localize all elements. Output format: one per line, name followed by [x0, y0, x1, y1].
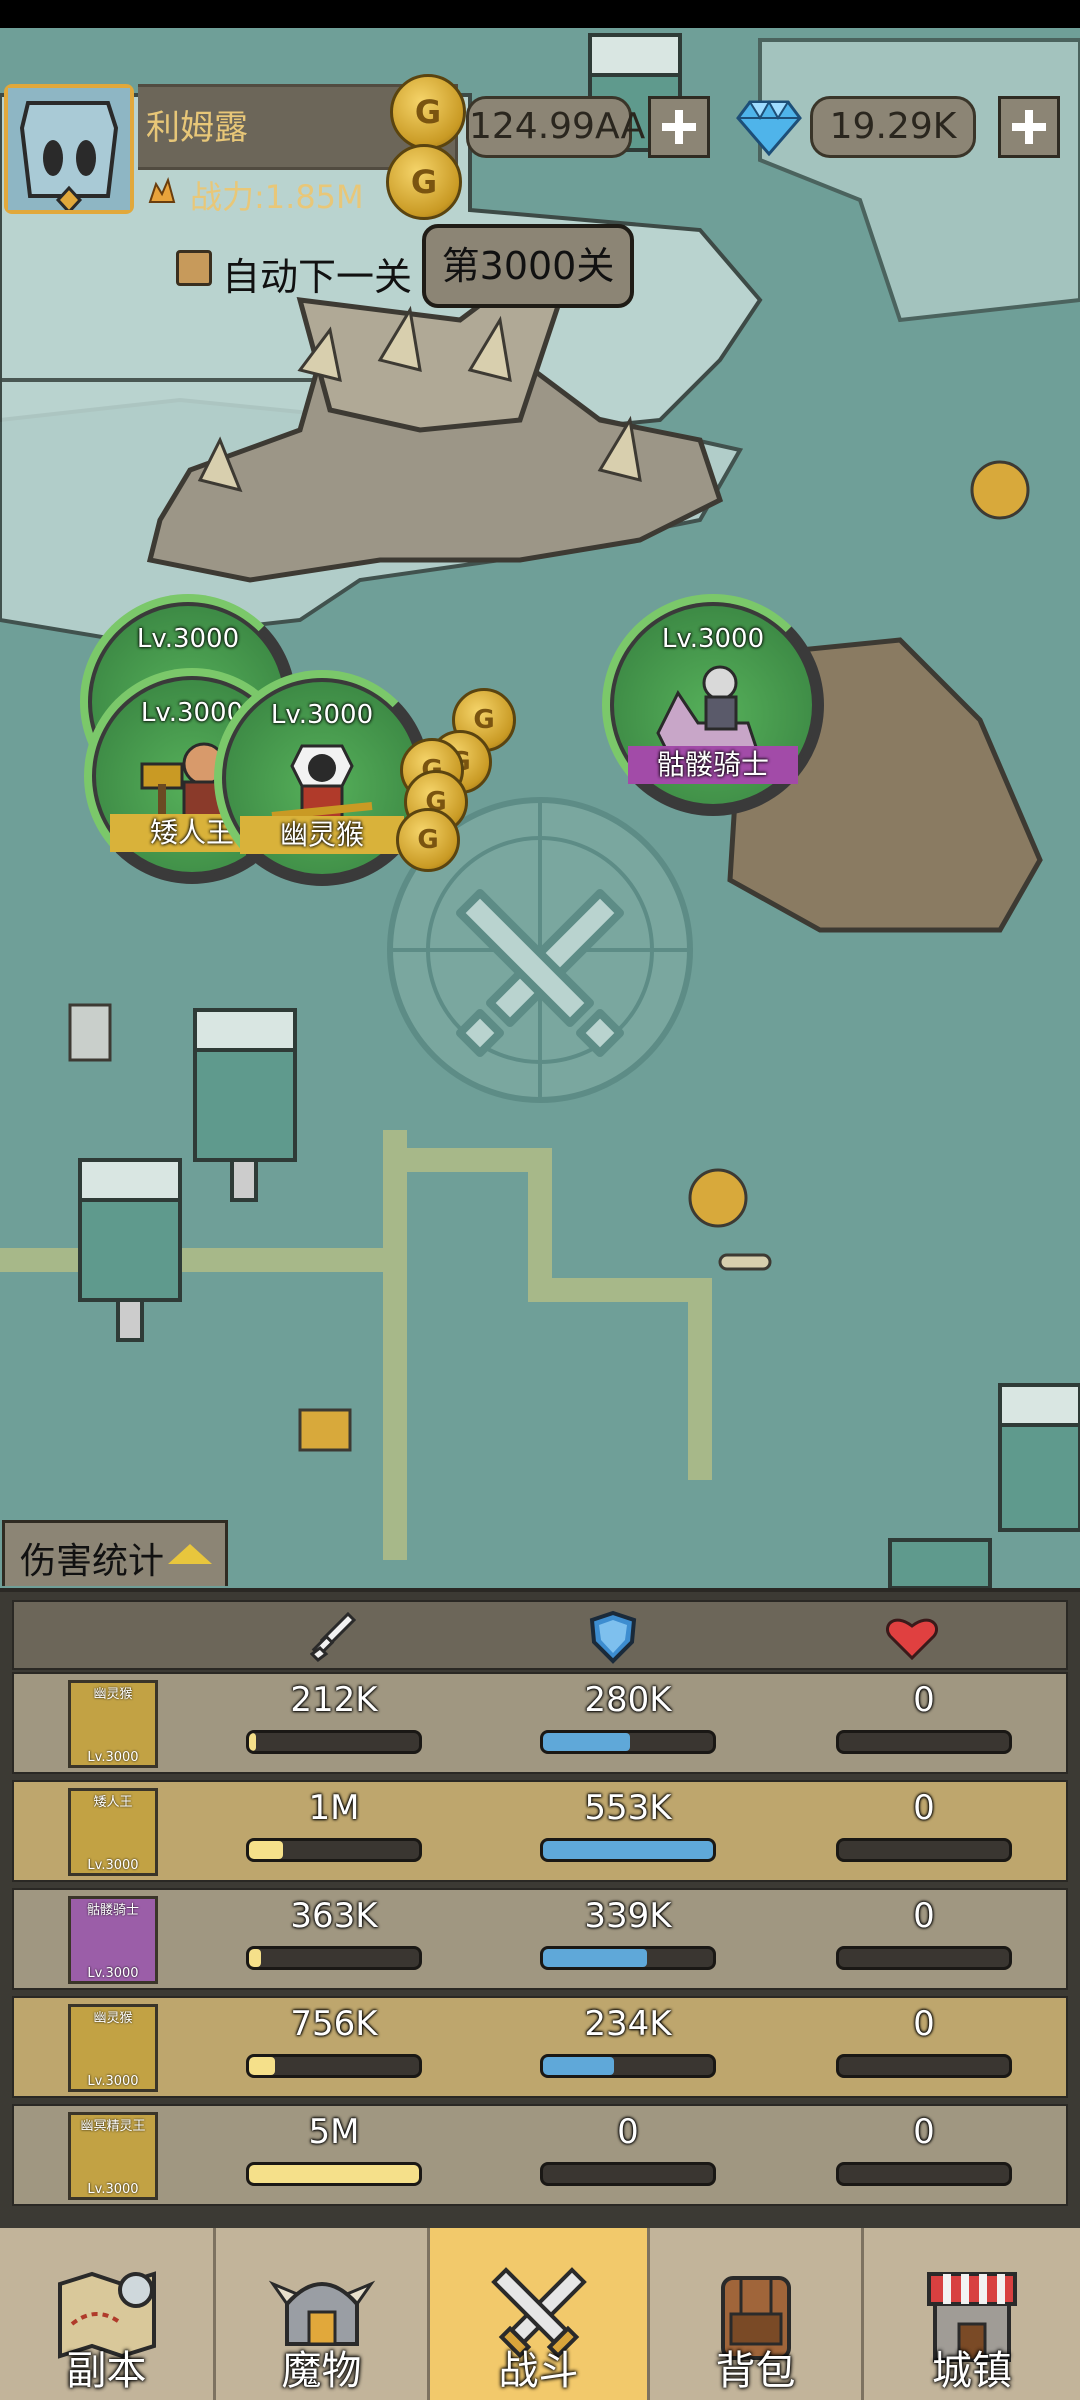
chevron-up-icon[interactable] — [168, 1544, 212, 1564]
auto-next-checkbox[interactable] — [176, 250, 212, 286]
defense-bar — [540, 1838, 716, 1862]
heal-bar — [836, 1946, 1012, 1970]
unit-name: 骷髅骑士 — [628, 746, 798, 784]
defense-bar — [540, 2054, 716, 2078]
stage-level-button[interactable]: 第3000关 — [422, 224, 634, 308]
power-icon — [148, 176, 176, 203]
heal-value: 0 — [913, 1896, 935, 1936]
player-power: 战力:1.85M — [190, 178, 364, 216]
attack-value: 5M — [308, 2112, 360, 2152]
shield-icon — [589, 1610, 637, 1664]
damage-stats-header — [12, 1600, 1068, 1670]
unit-bubble-ghost-monkey[interactable]: Lv.3000 幽灵猴 — [214, 670, 430, 886]
defense-value: 339K — [584, 1896, 672, 1936]
defense-bar-fill — [543, 2057, 615, 2075]
defense-value: 234K — [584, 2004, 672, 2044]
gem-amount: 19.29K — [810, 96, 976, 158]
nav-label: 魔物 — [281, 2348, 362, 2394]
nav-backpack[interactable]: 背包 — [650, 2228, 864, 2400]
nav-label: 背包 — [715, 2348, 796, 2394]
damage-row: 幽冥精灵王 Lv.3000 5M 0 0 — [12, 2104, 1068, 2206]
unit-bubble-skeleton-knight[interactable]: Lv.3000 骷髅骑士 — [602, 594, 824, 816]
coin-drop-icon[interactable] — [396, 808, 460, 872]
nav-battle[interactable]: 战斗 — [430, 2228, 650, 2400]
defense-bar-fill — [543, 1841, 713, 1859]
heal-bar — [836, 2054, 1012, 2078]
unit-level: Lv.3000 — [661, 624, 765, 654]
defense-value: 0 — [617, 2112, 639, 2152]
game-screen: 利姆露 战力:1.85M 124.99AA 19.29K 自动下一关 第3000… — [0, 0, 1080, 2400]
unit-portrait[interactable]: 矮人王 Lv.3000 — [68, 1788, 158, 1876]
nav-town[interactable]: 城镇 — [864, 2228, 1080, 2400]
heal-bar — [836, 1838, 1012, 1862]
add-gems-button[interactable] — [998, 96, 1060, 158]
player-name: 利姆露 — [146, 108, 248, 148]
attack-value: 756K — [290, 2004, 378, 2044]
gold-coin-icon — [390, 74, 466, 150]
attack-bar-fill — [249, 2057, 275, 2075]
unit-portrait[interactable]: 幽灵猴 Lv.3000 — [68, 1680, 158, 1768]
auto-next-label: 自动下一关 — [222, 255, 413, 299]
heal-bar — [836, 2162, 1012, 2186]
attack-bar — [246, 2162, 422, 2186]
attack-bar — [246, 1730, 422, 1754]
unit-level: Lv.3000 — [136, 624, 240, 654]
attack-value: 212K — [290, 1680, 378, 1720]
attack-bar-fill — [249, 1949, 261, 1967]
add-gold-button[interactable] — [648, 96, 710, 158]
damage-stats-title: 伤害统计 — [20, 1541, 165, 1582]
damage-row: 幽灵猴 Lv.3000 756K 234K 0 — [12, 1996, 1068, 2098]
defense-value: 280K — [584, 1680, 672, 1720]
nav-label: 副本 — [66, 2348, 147, 2394]
heart-icon — [886, 1618, 938, 1660]
nav-label: 城镇 — [932, 2348, 1012, 2394]
slime-avatar-icon — [8, 88, 130, 215]
defense-bar — [540, 1946, 716, 1970]
defense-bar — [540, 2162, 716, 2186]
attack-bar-fill — [249, 1841, 283, 1859]
damage-row: 骷髅骑士 Lv.3000 363K 339K 0 — [12, 1888, 1068, 1990]
player-avatar[interactable] — [4, 84, 134, 215]
nav-dungeon[interactable]: 副本 — [0, 2228, 216, 2400]
unit-portrait[interactable]: 幽灵猴 Lv.3000 — [68, 2004, 158, 2092]
heal-value: 0 — [913, 1788, 935, 1828]
gold-amount: 124.99AA — [466, 96, 645, 158]
defense-bar — [540, 1730, 716, 1754]
battle-swords-icon[interactable] — [440, 873, 640, 1073]
gem-icon — [736, 99, 802, 157]
damage-row: 矮人王 Lv.3000 1M 553K 0 — [12, 1780, 1068, 1882]
attack-bar-fill — [249, 1733, 256, 1751]
heal-value: 0 — [913, 2112, 935, 2152]
attack-value: 1M — [308, 1788, 360, 1828]
nav-monsters[interactable]: 魔物 — [216, 2228, 430, 2400]
attack-bar — [246, 1838, 422, 1862]
nav-label: 战斗 — [498, 2348, 579, 2394]
heal-value: 0 — [913, 1680, 935, 1720]
unit-portrait[interactable]: 幽冥精灵王 Lv.3000 — [68, 2112, 158, 2200]
gold-coin-icon — [386, 144, 462, 220]
sword-icon — [310, 1612, 356, 1662]
defense-bar-fill — [543, 1733, 630, 1751]
damage-row: 幽灵猴 Lv.3000 212K 280K 0 — [12, 1672, 1068, 1774]
unit-portrait[interactable]: 骷髅骑士 Lv.3000 — [68, 1896, 158, 1984]
attack-value: 363K — [290, 1896, 378, 1936]
unit-name: 幽灵猴 — [240, 816, 404, 854]
heal-bar — [836, 1730, 1012, 1754]
attack-bar-fill — [249, 2165, 419, 2183]
unit-level: Lv.3000 — [270, 700, 374, 730]
defense-bar-fill — [543, 1949, 647, 1967]
defense-value: 553K — [584, 1788, 672, 1828]
status-bar — [0, 0, 1080, 28]
attack-bar — [246, 2054, 422, 2078]
heal-value: 0 — [913, 2004, 935, 2044]
attack-bar — [246, 1946, 422, 1970]
